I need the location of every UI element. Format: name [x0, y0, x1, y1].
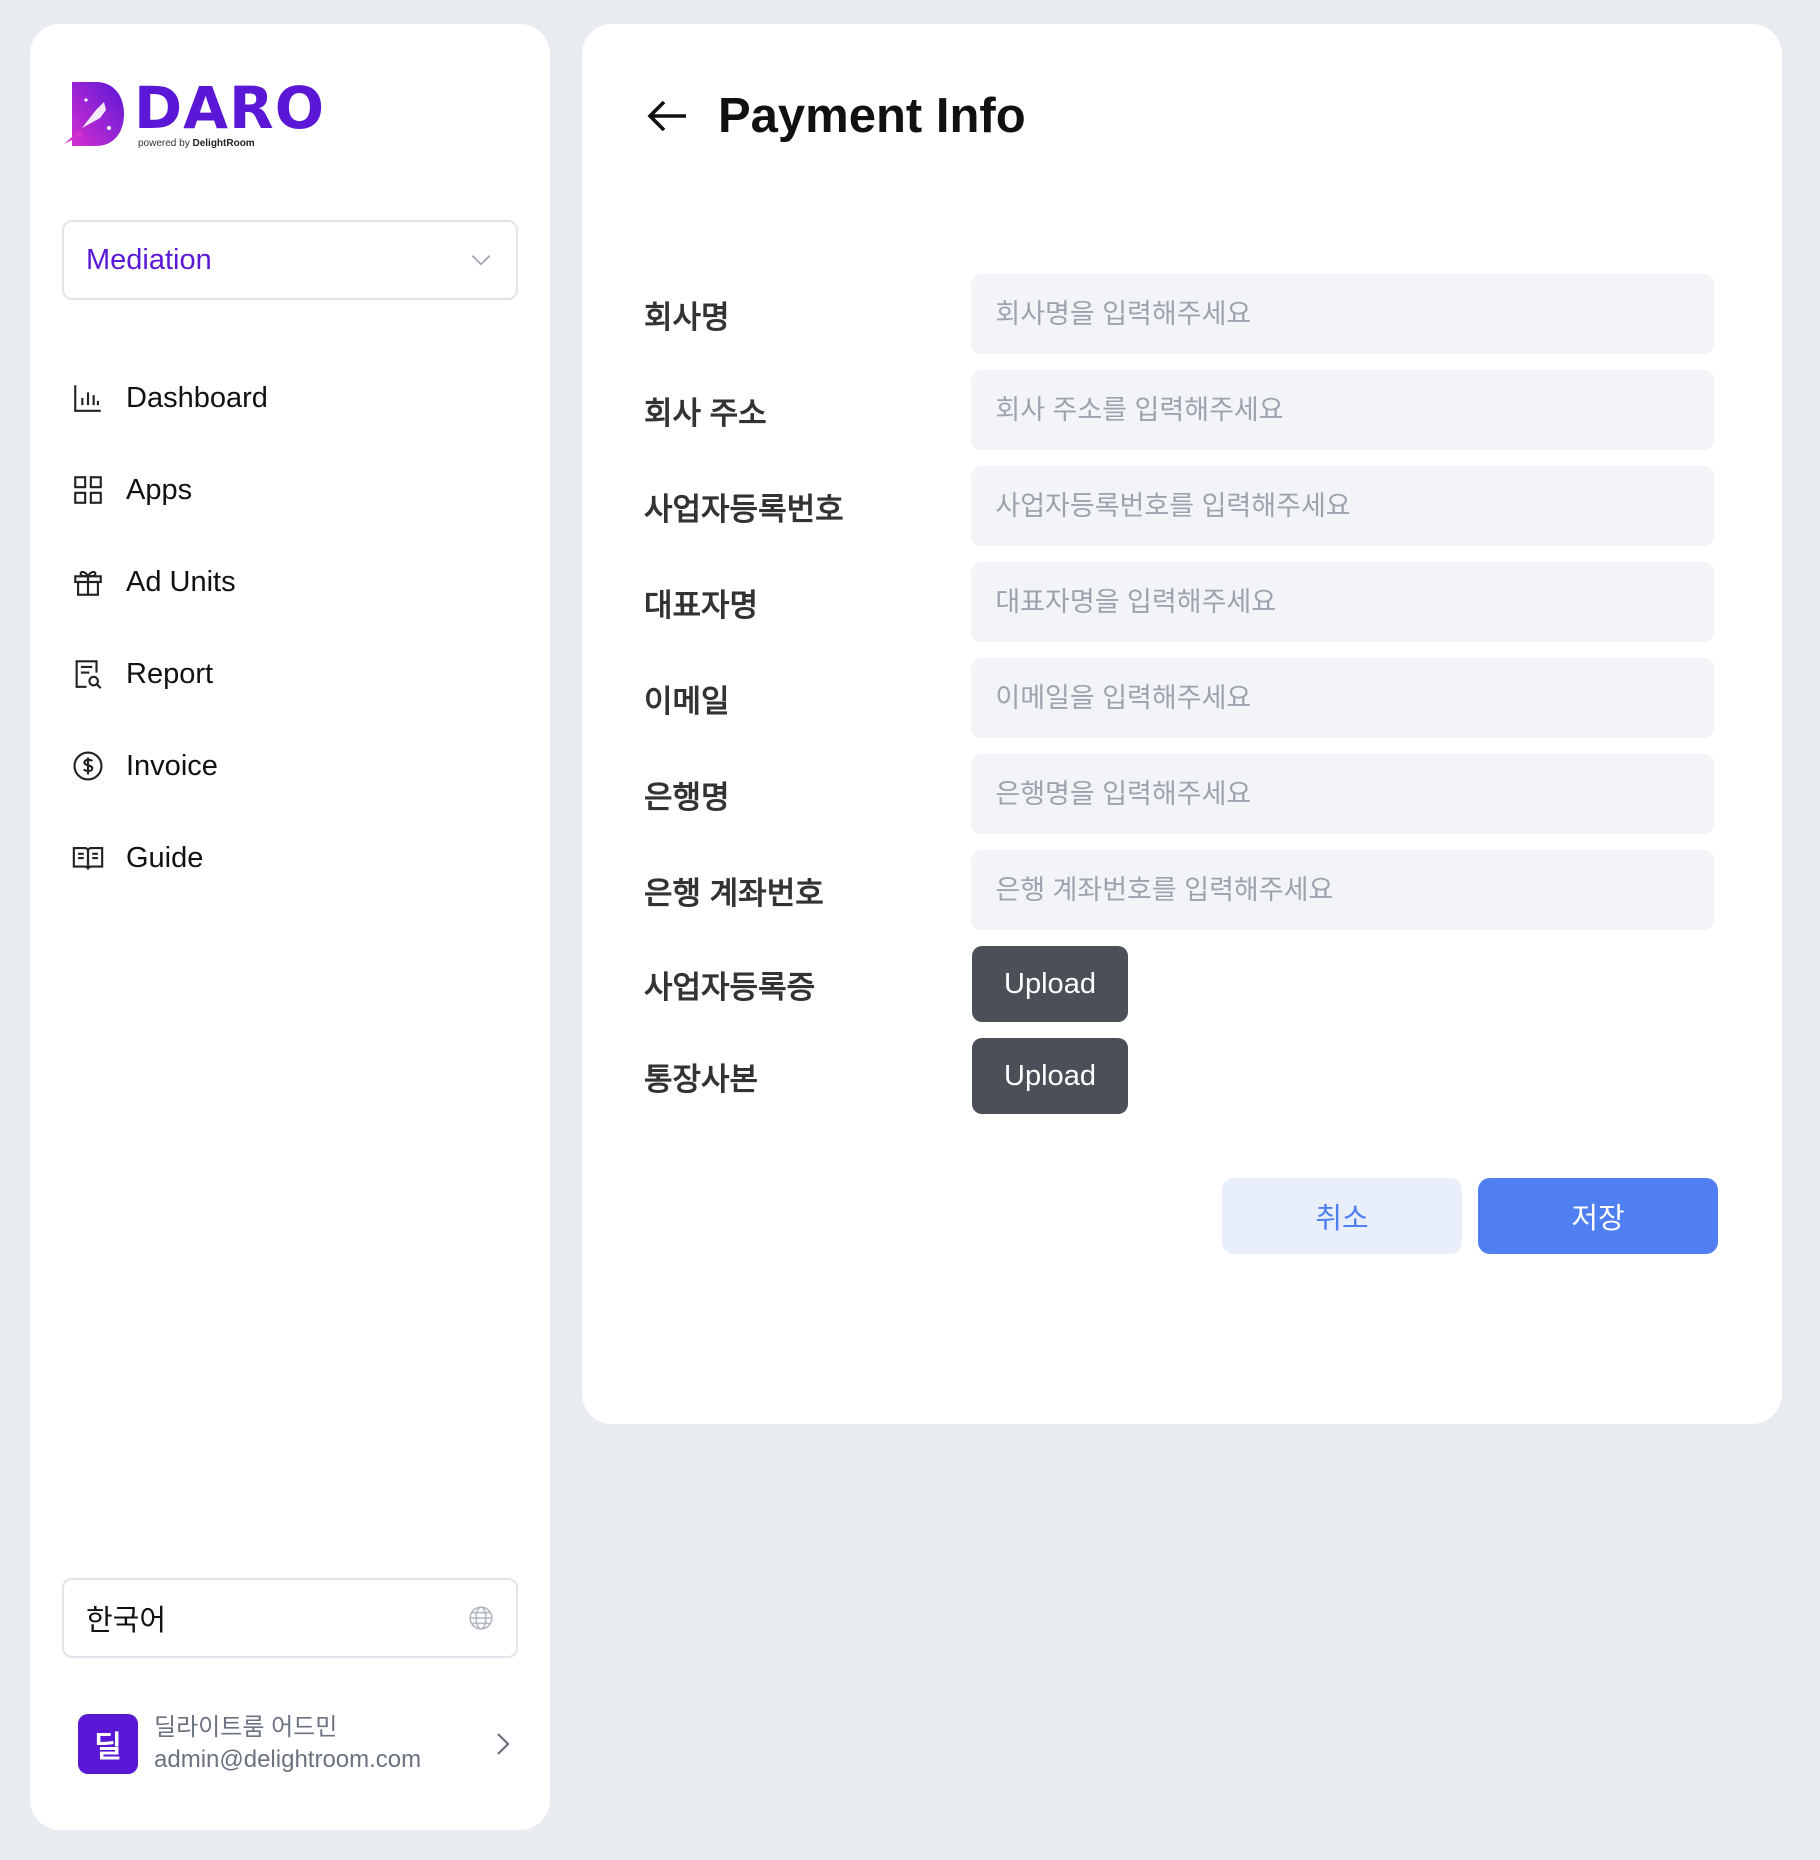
form-row-bank-account: 은행 계좌번호: [644, 850, 1714, 930]
form-row-bankbook-copy: 통장사본 Upload: [644, 1038, 1714, 1114]
form-row-bank-name: 은행명: [644, 754, 1714, 834]
sidebar-item-dashboard[interactable]: Dashboard: [70, 352, 510, 444]
sidebar-item-label: Dashboard: [126, 381, 268, 414]
sidebar-item-guide[interactable]: Guide: [70, 812, 510, 904]
save-button[interactable]: 저장: [1478, 1178, 1718, 1254]
language-select-value: 한국어: [86, 1605, 167, 1637]
mode-select[interactable]: Mediation: [62, 220, 518, 300]
daro-logo[interactable]: DARO powered by DelightRoom: [62, 74, 325, 149]
sidebar-item-label: Report: [126, 657, 214, 690]
representative-input[interactable]: [971, 562, 1714, 642]
user-profile[interactable]: 딜 딜라이트룸 어드민 admin@delightroom.com: [78, 1704, 518, 1784]
sidebar-item-label: Invoice: [126, 749, 218, 782]
language-select[interactable]: 한국어: [62, 1578, 518, 1658]
cancel-button[interactable]: 취소: [1222, 1178, 1462, 1254]
bar-chart-icon: [70, 380, 106, 416]
field-label: 사업자등록번호: [644, 491, 844, 527]
form-row-business-license: 사업자등록증 Upload: [644, 946, 1714, 1022]
field-label: 이메일: [644, 683, 730, 719]
upload-business-license-button[interactable]: Upload: [972, 946, 1128, 1022]
sidebar-item-ad-units[interactable]: Ad Units: [70, 536, 510, 628]
brand-name: DARO: [134, 74, 325, 142]
payment-info-panel: Payment Info 회사명 회사 주소 사업자등록번호 대표자명 이메일 …: [582, 24, 1782, 1424]
sidebar-item-label: Guide: [126, 841, 204, 874]
back-arrow-icon[interactable]: [644, 92, 692, 140]
chevron-down-icon: [471, 255, 491, 266]
bank-name-input[interactable]: [971, 754, 1714, 834]
field-label: 은행 계좌번호: [644, 875, 824, 911]
sidebar-item-apps[interactable]: Apps: [70, 444, 510, 536]
sidebar-nav: Dashboard Apps Ad Units Report Invoice G…: [70, 352, 510, 904]
field-label: 은행명: [644, 779, 730, 815]
payment-form: 회사명 회사 주소 사업자등록번호 대표자명 이메일 은행명 은행 계좌번호: [644, 274, 1714, 1130]
gift-icon: [70, 564, 106, 600]
field-label: 대표자명: [644, 587, 759, 623]
globe-icon: [469, 1606, 493, 1630]
page-title: Payment Info: [718, 89, 1026, 143]
company-address-input[interactable]: [971, 370, 1714, 450]
business-number-input[interactable]: [971, 466, 1714, 546]
field-label: 사업자등록증: [644, 969, 816, 1005]
form-row-business-number: 사업자등록번호: [644, 466, 1714, 546]
form-row-email: 이메일: [644, 658, 1714, 738]
sidebar-item-label: Ad Units: [126, 565, 236, 598]
form-row-company-name: 회사명: [644, 274, 1714, 354]
grid-icon: [70, 472, 106, 508]
avatar: 딜: [78, 1714, 138, 1774]
form-actions: 취소 저장: [1222, 1178, 1718, 1254]
mode-select-value: Mediation: [86, 243, 212, 276]
bank-account-input[interactable]: [971, 850, 1714, 930]
field-label: 통장사본: [644, 1061, 759, 1097]
user-email: admin@delightroom.com: [154, 1746, 422, 1773]
book-icon: [70, 840, 106, 876]
form-row-company-address: 회사 주소: [644, 370, 1714, 450]
user-name: 딜라이트룸 어드민: [154, 1714, 338, 1741]
dollar-circle-icon: [70, 748, 106, 784]
sidebar: DARO powered by DelightRoom Mediation Da…: [30, 24, 550, 1830]
field-label: 회사 주소: [644, 395, 767, 431]
form-row-representative: 대표자명: [644, 562, 1714, 642]
chevron-right-icon: [497, 1733, 510, 1755]
rocket-logo-icon: [64, 82, 124, 146]
field-label: 회사명: [644, 299, 730, 335]
sidebar-item-invoice[interactable]: Invoice: [70, 720, 510, 812]
report-search-icon: [70, 656, 106, 692]
email-input[interactable]: [971, 658, 1714, 738]
company-name-input[interactable]: [971, 274, 1714, 354]
upload-bankbook-button[interactable]: Upload: [972, 1038, 1128, 1114]
sidebar-item-label: Apps: [126, 473, 193, 506]
sidebar-item-report[interactable]: Report: [70, 628, 510, 720]
